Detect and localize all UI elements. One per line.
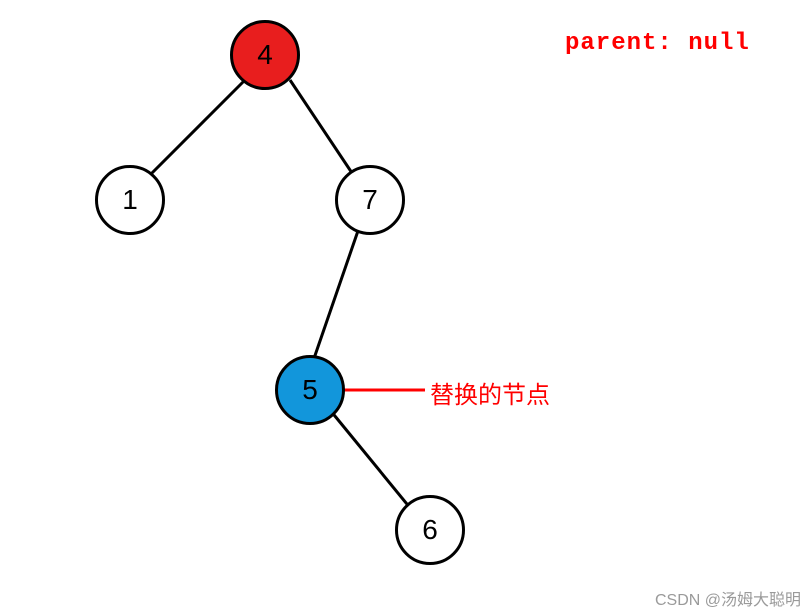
diagram-canvas: 4 1 7 5 6 parent: null 替换的节点 CSDN @汤姆大聪明 [0,0,811,616]
tree-node-bottom: 6 [395,495,465,565]
tree-node-right: 7 [335,165,405,235]
tree-node-root: 4 [230,20,300,90]
parent-null-label: parent: null [565,30,750,57]
node-value: 7 [362,184,378,216]
tree-node-left: 1 [95,165,165,235]
node-value: 6 [422,514,438,546]
node-value: 5 [302,374,318,406]
node-value: 4 [257,39,273,71]
replacement-node-label: 替换的节点 [430,375,550,410]
node-value: 1 [122,184,138,216]
watermark-text: CSDN @汤姆大聪明 [655,586,801,610]
tree-node-replacement: 5 [275,355,345,425]
